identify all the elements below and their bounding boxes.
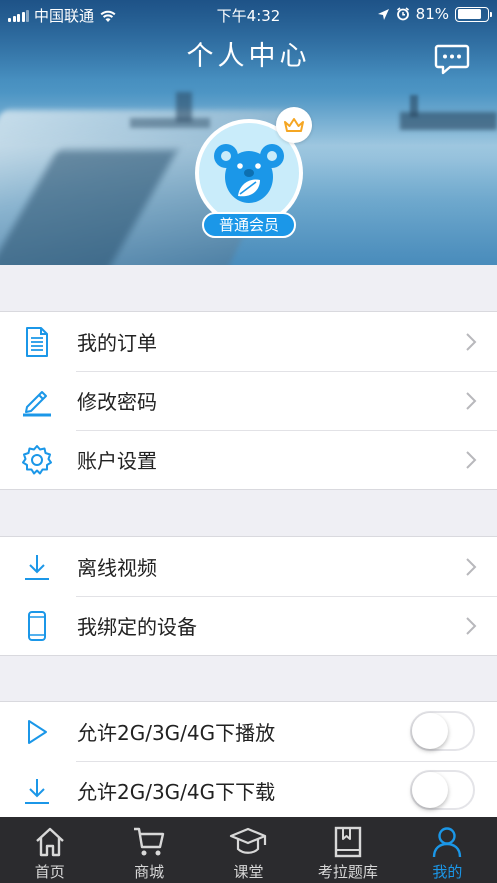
tab-classroom[interactable]: 课堂 — [199, 817, 298, 883]
setting-label: 允许2G/3G/4G下播放 — [77, 721, 276, 745]
menu-item-label: 修改密码 — [77, 390, 157, 414]
chevron-right-icon — [466, 392, 477, 410]
toggle-knob — [412, 772, 448, 808]
page-title: 个人中心 — [186, 41, 311, 72]
tab-label: 我的 — [432, 863, 463, 881]
menu-item-offline-videos[interactable]: 离线视频 — [0, 537, 497, 596]
account-menu-group: 我的订单 修改密码 账户设置 — [0, 311, 497, 490]
alarm-icon — [396, 7, 409, 21]
chat-bubble-icon — [434, 44, 470, 75]
koala-logo-icon — [214, 144, 284, 203]
media-menu-group: 离线视频 我绑定的设备 — [0, 536, 497, 656]
vip-crown-badge — [276, 107, 312, 143]
location-arrow-icon — [377, 8, 389, 20]
menu-item-orders[interactable]: 我的订单 — [0, 312, 497, 371]
member-level-badge: 普通会员 — [202, 212, 296, 238]
crown-icon — [284, 118, 304, 132]
bottom-tab-bar: 首页 商城 课堂 考拉题库 我的 — [0, 817, 497, 883]
phone-device-icon — [20, 609, 54, 643]
menu-item-label: 账户设置 — [77, 449, 157, 473]
tab-label: 考拉题库 — [317, 863, 378, 881]
toggle-knob — [412, 713, 448, 749]
menu-item-change-password[interactable]: 修改密码 — [0, 371, 497, 430]
tab-mall[interactable]: 商城 — [99, 817, 198, 883]
setting-label: 允许2G/3G/4G下下载 — [77, 780, 276, 804]
order-document-icon — [20, 325, 54, 359]
menu-item-bound-devices[interactable]: 我绑定的设备 — [0, 596, 497, 655]
status-bar: 中国联通 下午4:32 81% — [0, 0, 497, 28]
book-icon — [334, 826, 362, 858]
person-icon — [433, 827, 462, 858]
setting-cellular-download: 允许2G/3G/4G下下载 — [0, 761, 497, 820]
menu-item-label: 我绑定的设备 — [77, 615, 197, 639]
battery-fill — [457, 9, 481, 19]
cellular-playback-toggle[interactable] — [410, 711, 475, 751]
tab-label: 课堂 — [233, 863, 264, 881]
edit-pencil-icon — [20, 384, 54, 418]
graduation-cap-icon — [229, 827, 266, 854]
download-icon — [20, 550, 54, 584]
tab-mine[interactable]: 我的 — [398, 817, 497, 883]
tab-label: 商城 — [134, 863, 165, 881]
gear-icon — [20, 443, 54, 477]
tab-question-bank[interactable]: 考拉题库 — [298, 817, 397, 883]
background-lighthouse — [176, 92, 192, 122]
cart-icon — [134, 827, 165, 856]
chevron-right-icon — [466, 558, 477, 576]
chevron-right-icon — [466, 451, 477, 469]
download-icon — [20, 774, 54, 808]
play-icon — [20, 715, 54, 749]
menu-item-label: 我的订单 — [77, 331, 157, 355]
background-post — [410, 95, 418, 117]
chevron-right-icon — [466, 333, 477, 351]
tab-label: 首页 — [34, 863, 65, 881]
battery-percent: 81% — [415, 5, 449, 23]
setting-cellular-playback: 允许2G/3G/4G下播放 — [0, 702, 497, 761]
menu-item-account-settings[interactable]: 账户设置 — [0, 430, 497, 489]
tab-home[interactable]: 首页 — [0, 817, 99, 883]
menu-item-label: 离线视频 — [77, 556, 157, 580]
background-dock — [130, 118, 210, 128]
message-button[interactable] — [433, 40, 471, 78]
home-icon — [35, 827, 64, 857]
chevron-right-icon — [466, 617, 477, 635]
cellular-download-toggle[interactable] — [410, 770, 475, 810]
battery-icon — [455, 6, 492, 22]
network-settings-group: 允许2G/3G/4G下播放 允许2G/3G/4G下下载 — [0, 701, 497, 821]
